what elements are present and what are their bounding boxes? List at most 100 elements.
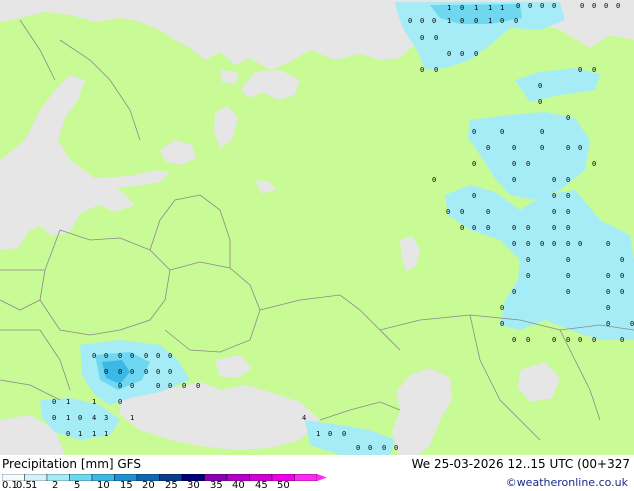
precip-value: 0: [460, 17, 464, 25]
precipitation-map: 0 0 0 1 0 0 1 0 0 1 0 1 1 1 0 0 0 0 0 0 …: [0, 0, 634, 455]
precip-value: 0: [540, 144, 544, 152]
precip-value: 0: [92, 352, 96, 360]
precip-value: 0: [566, 192, 570, 200]
precip-value: 0: [566, 288, 570, 296]
precip-value: 0: [196, 382, 200, 390]
precip-value: 0: [620, 336, 624, 344]
precip-value: 0: [566, 144, 570, 152]
color-scale-tick: 25: [165, 480, 178, 491]
precip-value: 0: [460, 208, 464, 216]
color-scale-tick: 45: [255, 480, 268, 491]
precip-value: 0: [552, 336, 556, 344]
precip-value: 0: [500, 128, 504, 136]
precip-value: 0: [394, 444, 398, 452]
precip-value: 1: [66, 414, 70, 422]
precip-value: 4: [302, 414, 306, 422]
precip-value: 0: [566, 256, 570, 264]
precip-value: 0: [168, 352, 172, 360]
precip-value: 1: [500, 4, 504, 12]
precip-value: 0: [592, 160, 596, 168]
precip-value: 0: [342, 430, 346, 438]
color-scale-tick: 50: [277, 480, 290, 491]
precip-value: 0: [566, 176, 570, 184]
precip-value: 0: [500, 304, 504, 312]
precip-value: 0: [130, 382, 134, 390]
precip-value: 0: [52, 398, 56, 406]
precip-value: 0: [474, 50, 478, 58]
precip-value: 0: [144, 368, 148, 376]
precip-value: 0: [368, 444, 372, 452]
color-scale-segment: [69, 474, 93, 481]
precip-value: 1: [447, 17, 451, 25]
precip-value: 1: [130, 414, 134, 422]
precip-value: 0: [512, 224, 516, 232]
precip-value: 0: [552, 224, 556, 232]
precip-value: 0: [512, 176, 516, 184]
precip-value: 0: [552, 240, 556, 248]
precip-value: 0: [168, 382, 172, 390]
precip-value: 0: [432, 176, 436, 184]
precip-value: 0: [578, 144, 582, 152]
precip-value: 0: [66, 430, 70, 438]
color-scale-tick: 35: [210, 480, 223, 491]
precip-value: 0: [592, 66, 596, 74]
precip-value: 0: [512, 288, 516, 296]
precip-value: 0: [526, 336, 530, 344]
precip-value: 4: [92, 414, 96, 422]
precip-value: 0: [538, 82, 542, 90]
precip-value: 0: [474, 17, 478, 25]
precip-value: 0: [606, 272, 610, 280]
precip-value: 0: [552, 192, 556, 200]
precip-value: 0: [472, 224, 476, 232]
precip-value: 0: [616, 2, 620, 10]
color-scale-segment: [294, 474, 318, 481]
precip-value: 0: [420, 66, 424, 74]
precip-value: 0: [472, 128, 476, 136]
precip-value: 0: [620, 256, 624, 264]
precip-value: 0: [156, 368, 160, 376]
precip-value: 0: [104, 368, 108, 376]
precip-value: 0: [580, 2, 584, 10]
precip-value: 1: [78, 430, 82, 438]
precip-value: 0: [526, 256, 530, 264]
precip-value: 1: [488, 17, 492, 25]
precip-value: 0: [516, 2, 520, 10]
precip-value: 0: [578, 66, 582, 74]
precip-value: 0: [486, 208, 490, 216]
color-scale-tick: 1: [31, 480, 38, 491]
precip-value: 0: [526, 272, 530, 280]
precip-value: 0: [514, 17, 518, 25]
precip-value: 0: [606, 320, 610, 328]
precip-value: 0: [606, 240, 610, 248]
precip-value: 0: [512, 336, 516, 344]
precip-value: 0: [552, 208, 556, 216]
precip-value: 0: [620, 288, 624, 296]
precip-value: 0: [420, 17, 424, 25]
precip-value: 1: [474, 4, 478, 12]
color-scale-ticks: 0.1 0.5 1 2 5 10 15 20 25 30 35 40 45 50: [0, 480, 340, 491]
precip-value: 0: [460, 4, 464, 12]
precip-value: 0: [118, 368, 122, 376]
precip-value: 0: [512, 144, 516, 152]
precip-value: 0: [512, 160, 516, 168]
precip-value: 0: [460, 50, 464, 58]
credit-text: ©weatheronline.co.uk: [505, 476, 628, 489]
precip-value: 1: [488, 4, 492, 12]
precip-value: 0: [472, 160, 476, 168]
precip-value: 0: [528, 2, 532, 10]
precip-value: 0: [460, 224, 464, 232]
precip-value: 0: [472, 192, 476, 200]
precip-value: 0: [630, 320, 634, 328]
precip-value: 0: [566, 208, 570, 216]
precip-value: 0: [526, 224, 530, 232]
precip-value: 0: [540, 2, 544, 10]
color-scale-tick: 30: [187, 480, 200, 491]
precip-value: 0: [566, 272, 570, 280]
precip-value: 0: [512, 240, 516, 248]
precip-value: 0: [486, 224, 490, 232]
precip-value: 1: [92, 398, 96, 406]
precip-value: 0: [420, 34, 424, 42]
color-scale-tick: 20: [142, 480, 155, 491]
color-scale-arrow: [317, 474, 327, 481]
color-scale-tick: 40: [232, 480, 245, 491]
